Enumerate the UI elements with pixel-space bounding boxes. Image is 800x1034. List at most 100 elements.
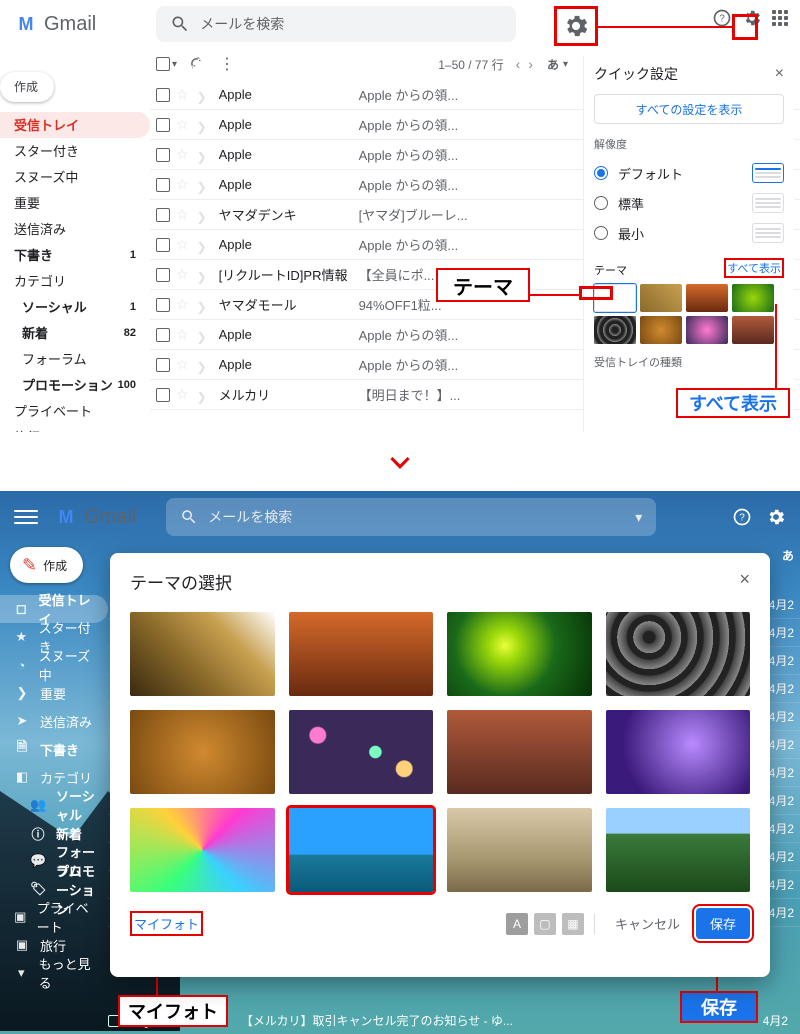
importance-icon[interactable]: ❯: [197, 90, 209, 100]
star-icon[interactable]: ☆: [176, 206, 189, 223]
importance-icon[interactable]: ❯: [197, 270, 209, 280]
help-icon[interactable]: ?: [712, 8, 732, 28]
sidebar-item[interactable]: カテゴリ: [0, 268, 150, 294]
sidebar-item[interactable]: フォーラム: [0, 346, 150, 372]
sidebar-item[interactable]: 下書き1: [0, 242, 150, 268]
sidebar-item[interactable]: プライベート: [0, 398, 150, 424]
theme-card[interactable]: [289, 612, 434, 696]
sidebar-item[interactable]: ▣プライベート: [0, 903, 108, 931]
sidebar-item[interactable]: 新着82: [0, 320, 150, 346]
theme-thumb[interactable]: [732, 316, 774, 344]
sidebar-item[interactable]: スター付き: [0, 138, 150, 164]
theme-thumb[interactable]: [640, 284, 682, 312]
sidebar-item[interactable]: ソーシャル1: [0, 294, 150, 320]
theme-thumb[interactable]: [640, 316, 682, 344]
density-option[interactable]: 標準: [594, 188, 784, 218]
theme-thumb[interactable]: [686, 316, 728, 344]
lang-caret-icon[interactable]: ▾: [563, 59, 568, 70]
vignette-icon[interactable]: ▢: [534, 913, 556, 935]
sidebar-item[interactable]: プロモーション100: [0, 372, 150, 398]
star-icon[interactable]: ☆: [176, 326, 189, 343]
importance-icon[interactable]: ❯: [197, 120, 209, 130]
sidebar-item[interactable]: ➤送信済み: [0, 707, 108, 735]
theme-thumb[interactable]: [686, 284, 728, 312]
row-checkbox[interactable]: [156, 298, 170, 312]
compose-button[interactable]: ✎ 作成: [10, 547, 83, 583]
row-checkbox[interactable]: [156, 328, 170, 342]
star-icon[interactable]: ☆: [176, 146, 189, 163]
star-icon[interactable]: ☆: [176, 236, 189, 253]
sidebar-item[interactable]: ▾もっと見る: [0, 959, 108, 987]
star-icon[interactable]: ☆: [176, 386, 189, 403]
my-photos-link[interactable]: マイフォト: [130, 911, 203, 936]
theme-show-all-link[interactable]: すべて表示: [724, 258, 784, 278]
theme-thumb[interactable]: [732, 284, 774, 312]
select-all-checkbox[interactable]: [156, 57, 170, 71]
theme-card[interactable]: [130, 808, 275, 892]
sidebar-item[interactable]: 受信トレイ: [0, 112, 150, 138]
sidebar-item[interactable]: スヌーズ中: [0, 164, 150, 190]
theme-card[interactable]: [606, 710, 751, 794]
theme-card[interactable]: [130, 710, 275, 794]
sidebar-item[interactable]: 👥ソーシャル: [0, 791, 108, 819]
theme-thumb[interactable]: [594, 316, 636, 344]
theme-card[interactable]: [447, 612, 592, 696]
search-caret-icon[interactable]: ▾: [635, 509, 642, 526]
next-page-button[interactable]: ›: [524, 56, 537, 72]
importance-icon[interactable]: ❯: [197, 390, 209, 400]
cancel-button[interactable]: キャンセル: [605, 908, 690, 939]
importance-icon[interactable]: ❯: [197, 180, 209, 190]
importance-icon[interactable]: ❯: [197, 360, 209, 370]
theme-card[interactable]: [447, 808, 592, 892]
importance-icon[interactable]: ❯: [197, 210, 209, 220]
sidebar-item[interactable]: 🗎下書き: [0, 735, 108, 763]
theme-card[interactable]: [447, 710, 592, 794]
importance-icon[interactable]: ❯: [197, 300, 209, 310]
theme-card[interactable]: [606, 612, 751, 696]
star-icon[interactable]: ☆: [176, 356, 189, 373]
density-option[interactable]: 最小: [594, 218, 784, 248]
sidebar-item[interactable]: 送信済み: [0, 216, 150, 242]
star-icon[interactable]: ☆: [176, 296, 189, 313]
row-checkbox[interactable]: [156, 238, 170, 252]
more-icon[interactable]: ⋮: [219, 54, 235, 74]
theme-card[interactable]: [130, 612, 275, 696]
close-icon[interactable]: ×: [739, 569, 750, 594]
density-option[interactable]: デフォルト: [594, 158, 784, 188]
all-settings-button[interactable]: すべての設定を表示: [594, 94, 784, 124]
row-checkbox[interactable]: [156, 358, 170, 372]
row-checkbox[interactable]: [156, 118, 170, 132]
compose-button[interactable]: 作成: [0, 72, 54, 102]
star-icon[interactable]: ☆: [176, 86, 189, 103]
row-checkbox[interactable]: [156, 178, 170, 192]
theme-card-selected[interactable]: [289, 808, 434, 892]
search-box[interactable]: メールを検索: [156, 6, 516, 42]
text-bg-icon[interactable]: A: [506, 913, 528, 935]
prev-page-button[interactable]: ‹: [512, 56, 525, 72]
row-checkbox[interactable]: [156, 148, 170, 162]
star-icon[interactable]: ☆: [176, 176, 189, 193]
apps-icon[interactable]: [772, 10, 788, 26]
row-checkbox[interactable]: [156, 268, 170, 282]
blur-icon[interactable]: ▦: [562, 913, 584, 935]
save-button[interactable]: 保存: [696, 908, 750, 939]
help-icon[interactable]: ?: [732, 507, 752, 527]
ime-lang[interactable]: あ: [547, 56, 559, 73]
theme-card[interactable]: [289, 710, 434, 794]
importance-icon[interactable]: ❯: [197, 240, 209, 250]
gear-icon[interactable]: [766, 507, 786, 527]
row-checkbox[interactable]: [156, 88, 170, 102]
sidebar-item[interactable]: ◔スヌーズ中: [0, 651, 108, 679]
star-icon[interactable]: ☆: [176, 116, 189, 133]
select-caret-icon[interactable]: ▾: [172, 59, 177, 70]
search-box[interactable]: メールを検索 ▾: [166, 498, 656, 536]
sidebar-item[interactable]: 重要: [0, 190, 150, 216]
star-icon[interactable]: ☆: [176, 266, 189, 283]
importance-icon[interactable]: ❯: [197, 150, 209, 160]
refresh-icon[interactable]: [189, 56, 205, 72]
theme-card[interactable]: [606, 808, 751, 892]
sidebar-item[interactable]: 旅行: [0, 424, 150, 433]
menu-icon[interactable]: [14, 505, 38, 529]
row-checkbox[interactable]: [156, 208, 170, 222]
ime-lang[interactable]: あ: [782, 547, 794, 564]
